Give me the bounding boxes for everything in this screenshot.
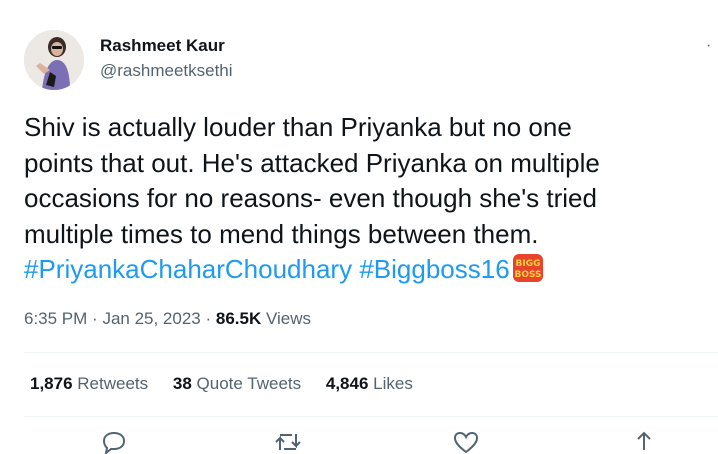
quotes-count: 38 (172, 374, 192, 393)
retweets-label: Retweets (77, 374, 149, 393)
views-label: Views (265, 309, 312, 328)
tweet-card: Rashmeet Kaur @rashmeetksethi · Shiv is … (0, 0, 718, 454)
reply-icon[interactable] (100, 430, 128, 454)
quotes-label: Quote Tweets (196, 374, 302, 393)
meta-separator: · (205, 309, 216, 328)
like-icon[interactable] (452, 430, 480, 454)
likes-count: 4,846 (325, 374, 369, 393)
quote-tweets-stat[interactable]: 38 Quote Tweets (173, 374, 301, 393)
tweet-line: Shiv is actually louder than Priyanka bu… (24, 112, 572, 142)
more-options-icon[interactable]: · (706, 38, 718, 54)
share-icon[interactable] (630, 430, 658, 454)
svg-text:BIGG: BIGG (515, 259, 540, 269)
divider (24, 352, 718, 353)
bigg-boss-logo-icon: BIGG BOSS (512, 254, 543, 282)
avatar-image (24, 30, 84, 90)
likes-label: Likes (373, 374, 413, 393)
action-bar (0, 430, 718, 454)
author-handle[interactable]: @rashmeetksethi (100, 61, 233, 81)
likes-stat[interactable]: 4,846 Likes (326, 374, 413, 393)
tweet-text: Shiv is actually louder than Priyanka bu… (24, 110, 704, 288)
svg-text:BOSS: BOSS (514, 270, 541, 280)
views-count: 86.5K (215, 309, 262, 328)
engagement-stats: 1,876 Retweets 38 Quote Tweets 4,846 Lik… (30, 374, 433, 394)
avatar[interactable] (24, 30, 84, 90)
tweet-time[interactable]: 6:35 PM (24, 309, 87, 328)
author-name[interactable]: Rashmeet Kaur (100, 36, 225, 56)
retweets-stat[interactable]: 1,876 Retweets (30, 374, 148, 393)
tweet-date[interactable]: Jan 25, 2023 (102, 309, 200, 328)
hashtag-line: #PriyankaChaharChoudhary #Biggboss16 BIG… (24, 252, 704, 288)
tweet-line: occasions for no reasons- even though sh… (24, 183, 597, 213)
meta-separator: · (92, 309, 103, 328)
hashtag-priyanka[interactable]: #PriyankaChaharChoudhary (24, 254, 352, 284)
divider (24, 416, 718, 417)
hashtag-biggboss16[interactable]: #Biggboss16 (359, 254, 509, 284)
retweet-icon[interactable] (274, 430, 302, 454)
retweets-count: 1,876 (30, 374, 73, 393)
tweet-line: points that out. He's attacked Priyanka … (24, 147, 600, 178)
tweet-line: multiple times to mend things between th… (24, 218, 539, 249)
tweet-meta: 6:35 PM · Jan 25, 2023 · 86.5K Views (24, 309, 311, 329)
